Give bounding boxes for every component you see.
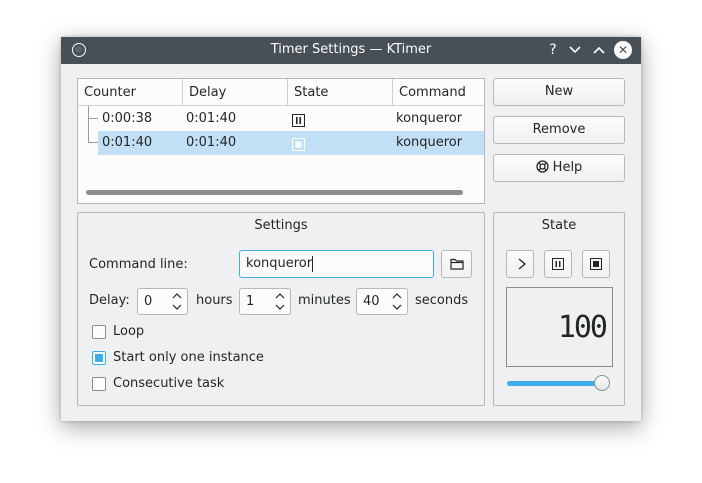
loop-label[interactable]: Loop: [113, 324, 144, 339]
help-question-icon[interactable]: ?: [543, 40, 563, 60]
close-button[interactable]: ✕: [614, 41, 632, 59]
help-button[interactable]: Help: [493, 154, 625, 182]
minutes-label: minutes: [298, 293, 351, 308]
one-instance-checkbox[interactable]: [92, 351, 106, 365]
tree-line: [88, 142, 98, 143]
delay-cell: 0:01:40: [186, 111, 237, 126]
seconds-spinbox[interactable]: 40: [356, 288, 408, 315]
chevron-up-icon: [593, 46, 605, 54]
text-cursor: [312, 256, 313, 272]
slider-handle[interactable]: [594, 375, 610, 391]
loop-checkbox[interactable]: [92, 325, 106, 339]
spin-arrows-icon[interactable]: [172, 292, 182, 311]
folder-icon: [450, 258, 464, 270]
start-button[interactable]: [506, 250, 534, 278]
hours-label: hours: [196, 293, 233, 308]
table-row[interactable]: 0:01:40 0:01:40 konqueror: [98, 131, 484, 155]
timer-settings-window: Timer Settings — KTimer ? ✕ Counter Dela…: [61, 37, 641, 421]
spin-arrows-icon[interactable]: [392, 292, 402, 311]
column-header-counter[interactable]: Counter: [78, 79, 183, 106]
lifebuoy-icon: [536, 160, 549, 173]
hours-value: 0: [144, 294, 153, 309]
command-line-value: konqueror: [246, 256, 313, 271]
state-title: State: [541, 218, 577, 233]
minimize-button[interactable]: [565, 40, 585, 60]
help-button-label: Help: [552, 160, 583, 175]
command-cell: konqueror: [396, 111, 463, 126]
command-line-label: Command line:: [89, 257, 188, 272]
stop-button[interactable]: [582, 250, 610, 278]
browse-folder-button[interactable]: [441, 250, 472, 278]
consecutive-task-checkbox[interactable]: [92, 377, 106, 391]
table-row[interactable]: 0:00:38 0:01:40 konqueror: [78, 107, 484, 131]
lcd-counter-display: 100: [506, 287, 613, 367]
remove-button[interactable]: Remove: [493, 116, 625, 144]
command-line-input[interactable]: konqueror: [239, 250, 434, 278]
stop-icon: [590, 258, 602, 270]
minutes-spinbox[interactable]: 1: [239, 288, 291, 315]
column-header-delay[interactable]: Delay: [183, 79, 288, 106]
delay-label: Delay:: [89, 293, 130, 308]
column-header-command[interactable]: Command: [393, 79, 484, 106]
counter-cell: 0:00:38: [102, 111, 153, 126]
seconds-value: 40: [363, 294, 380, 309]
stop-icon: [292, 136, 305, 160]
play-icon: [518, 258, 527, 270]
horizontal-scrollbar[interactable]: [86, 190, 463, 195]
timer-list[interactable]: Counter Delay State Command 0:00:38 0:01…: [77, 78, 485, 204]
counter-cell: 0:01:40: [102, 135, 153, 150]
chevron-down-icon: [569, 46, 581, 54]
maximize-button[interactable]: [589, 40, 609, 60]
one-instance-label[interactable]: Start only one instance: [113, 350, 264, 365]
consecutive-task-label[interactable]: Consecutive task: [113, 376, 224, 391]
slider-track[interactable]: [507, 381, 603, 386]
minutes-value: 1: [246, 294, 255, 309]
settings-title: Settings: [254, 218, 308, 233]
title-bar[interactable]: Timer Settings — KTimer ? ✕: [61, 37, 641, 64]
seconds-label: seconds: [415, 293, 469, 308]
spin-arrows-icon[interactable]: [275, 292, 285, 311]
pause-icon: [552, 258, 564, 270]
delay-cell: 0:01:40: [186, 135, 237, 150]
hours-spinbox[interactable]: 0: [137, 288, 188, 315]
command-cell: konqueror: [396, 135, 463, 150]
new-button[interactable]: New: [493, 78, 625, 106]
pause-button[interactable]: [544, 250, 572, 278]
column-header-state[interactable]: State: [288, 79, 393, 106]
lcd-value: 100: [557, 310, 608, 345]
